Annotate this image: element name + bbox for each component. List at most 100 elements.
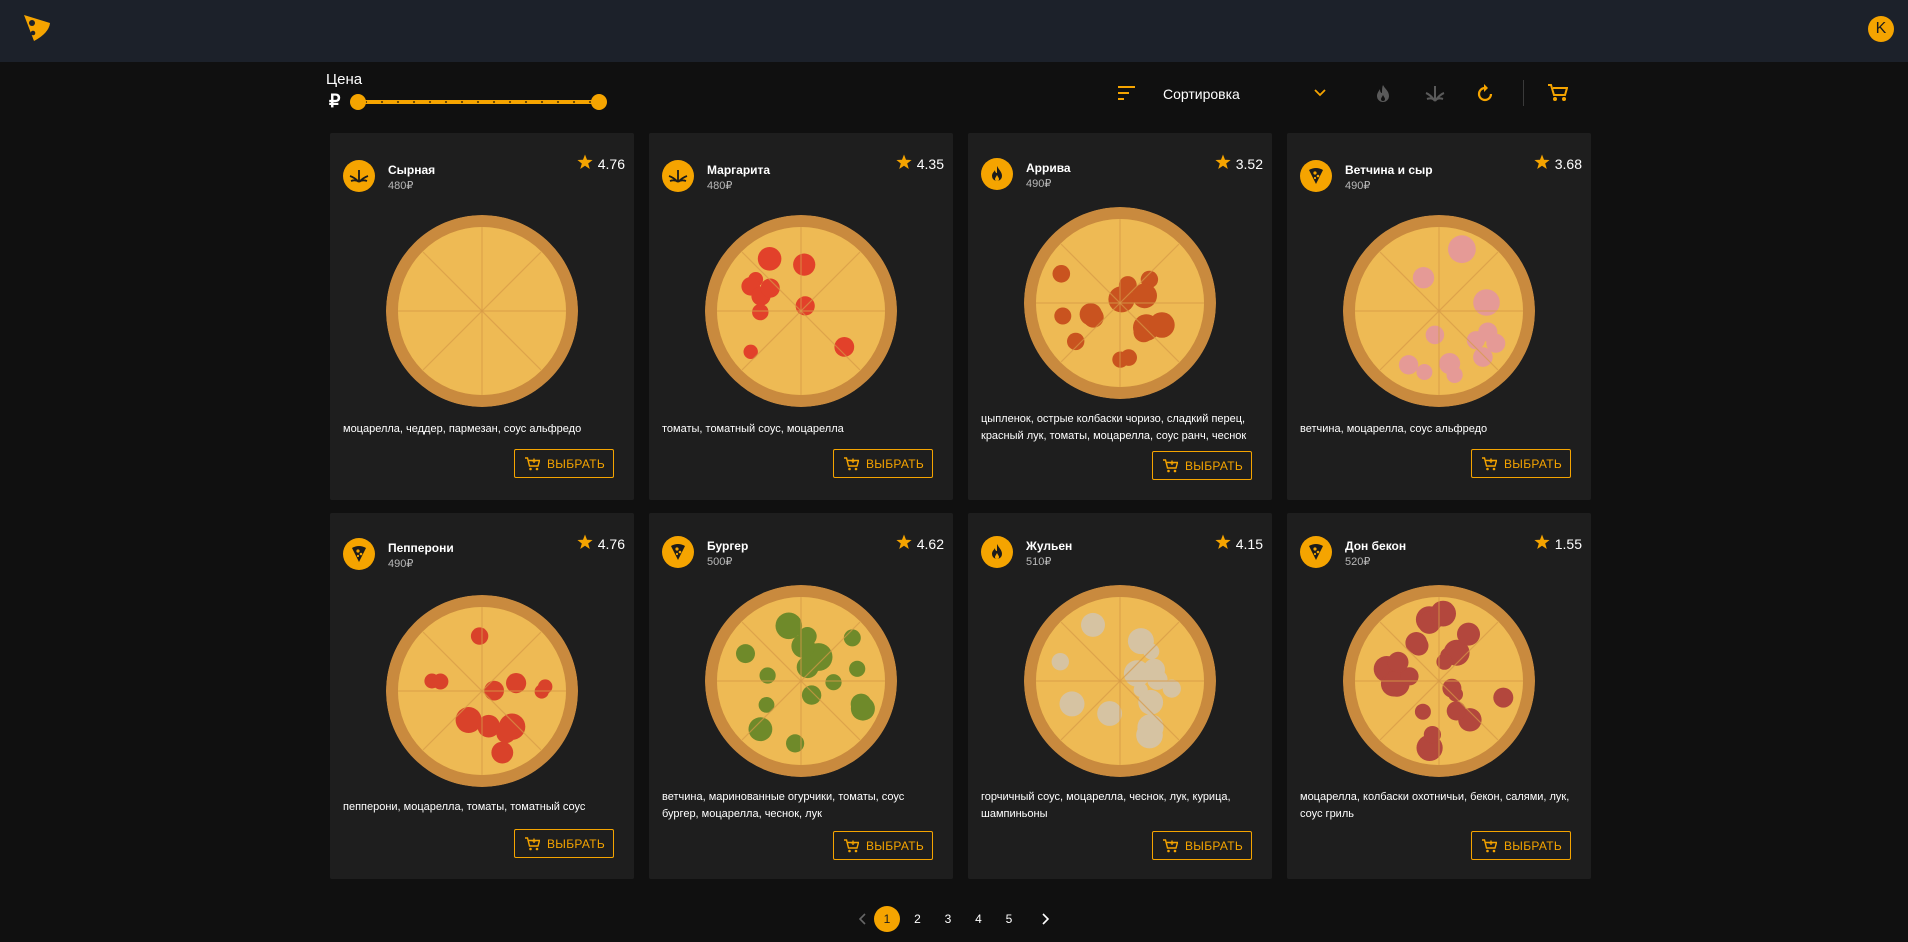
add-to-cart-icon (1482, 839, 1497, 853)
pizza-image[interactable] (1343, 585, 1535, 777)
page-button-3[interactable]: 3 (935, 906, 961, 932)
choose-button-label: ВЫБРАТЬ (547, 837, 606, 851)
product-name: Жульен (1026, 539, 1073, 553)
star-icon (1215, 534, 1231, 549)
choose-button[interactable]: ВЫБРАТЬ (1152, 451, 1252, 480)
product-name: Бургер (707, 539, 749, 553)
leaf-icon (668, 170, 688, 183)
product-description: моцарелла, чеддер, пармезан, соус альфре… (343, 423, 582, 435)
choose-button[interactable]: ВЫБРАТЬ (833, 449, 933, 478)
product-price: 520₽ (1345, 556, 1371, 568)
product-card[interactable]: Сырная 480₽ 4.76 моцарелла, чеддер, пармеза… (330, 133, 634, 500)
price-filter-label: Цена (326, 71, 363, 88)
product-price: 490₽ (1026, 178, 1052, 190)
product-card[interactable]: Жульен 510₽ 4.15 горчичный соус, моцарелла,… (968, 513, 1272, 879)
page-button-4[interactable]: 4 (966, 906, 992, 932)
choose-button[interactable]: ВЫБРАТЬ (833, 831, 933, 860)
category-badge (343, 160, 375, 192)
user-avatar[interactable]: K (1868, 16, 1894, 42)
choose-button[interactable]: ВЫБРАТЬ (514, 449, 614, 478)
product-card[interactable]: Бургер 500₽ 4.62 ветчина, маринованные огур… (649, 513, 953, 879)
pizza-image[interactable] (705, 215, 897, 407)
pizza-image[interactable] (1024, 207, 1216, 399)
product-name: Аррива (1026, 161, 1071, 175)
add-to-cart-icon (844, 457, 859, 471)
product-price: 490₽ (1345, 180, 1371, 192)
page-button-2[interactable]: 2 (905, 906, 931, 932)
product-rating: 4.62 (916, 536, 944, 552)
leaf-icon[interactable] (1424, 83, 1446, 105)
price-slider-max-thumb[interactable] (591, 94, 607, 110)
product-price: 500₽ (707, 556, 733, 568)
product-description: горчичный соус, моцарелла, чеснок, лук, … (981, 791, 1231, 820)
page-button-5[interactable]: 5 (996, 906, 1022, 932)
product-card[interactable]: Аррива 490₽ 3.52 цыпленок, острые колбаски … (968, 133, 1272, 500)
add-to-cart-icon (844, 839, 859, 853)
add-to-cart-icon (525, 457, 540, 471)
product-price: 490₽ (388, 558, 414, 570)
choose-button[interactable]: ВЫБРАТЬ (1471, 449, 1571, 478)
chevron-right-icon[interactable] (1040, 913, 1050, 925)
toolbar-divider (1523, 80, 1524, 106)
product-card[interactable]: Ветчина и сыр 490₽ 3.68 ветчина, моцарелла,… (1287, 133, 1591, 500)
category-badge (1300, 160, 1332, 192)
chevron-left-icon[interactable] (858, 913, 868, 925)
choose-button-label: ВЫБРАТЬ (866, 457, 925, 471)
price-slider-ticks (358, 101, 599, 103)
star-icon (1534, 534, 1550, 549)
choose-button-label: ВЫБРАТЬ (1185, 459, 1244, 473)
product-rating: 4.76 (597, 156, 625, 172)
choose-button[interactable]: ВЫБРАТЬ (514, 829, 614, 858)
product-description: томаты, томатный соус, моцарелла (662, 423, 844, 435)
category-badge (662, 536, 694, 568)
category-badge (981, 158, 1013, 190)
category-badge (981, 536, 1013, 568)
refresh-icon[interactable] (1474, 83, 1496, 105)
pizza-slice-icon (1309, 544, 1323, 560)
page-button-1[interactable]: 1 (874, 906, 900, 932)
cart-icon[interactable] (1548, 84, 1568, 102)
pizza-slice-icon (352, 546, 366, 562)
top-bar: K (0, 0, 1908, 62)
choose-button-label: ВЫБРАТЬ (547, 457, 606, 471)
pizza-image[interactable] (386, 215, 578, 407)
product-name: Сырная (388, 163, 436, 177)
chevron-down-icon[interactable] (1314, 89, 1326, 97)
category-badge (662, 160, 694, 192)
price-slider-min-thumb[interactable] (350, 94, 366, 110)
product-card[interactable]: Пепперони 490₽ 4.76 пепперони, моцарелла, т… (330, 513, 634, 879)
add-to-cart-icon (1163, 839, 1178, 853)
product-description: ветчина, моцарелла, соус альфредо (1300, 423, 1488, 435)
product-card[interactable]: Маргарита 480₽ 4.35 томаты, томатный соус, … (649, 133, 953, 500)
product-card[interactable]: Дон бекон 520₽ 1.55 моцарелла, колбаски охо… (1287, 513, 1591, 879)
product-rating: 1.55 (1554, 536, 1582, 552)
category-badge (343, 538, 375, 570)
star-icon (1534, 154, 1550, 169)
product-name: Ветчина и сыр (1345, 163, 1433, 177)
pizza-logo-icon[interactable] (22, 13, 52, 43)
product-description: моцарелла, колбаски охотничьи, бекон, са… (1300, 791, 1570, 820)
product-price: 480₽ (388, 180, 414, 192)
choose-button-label: ВЫБРАТЬ (1185, 839, 1244, 853)
star-icon (577, 534, 593, 549)
product-rating: 4.15 (1235, 536, 1263, 552)
choose-button[interactable]: ВЫБРАТЬ (1152, 831, 1252, 860)
fire-icon[interactable] (1372, 83, 1394, 105)
product-price: 480₽ (707, 180, 733, 192)
sort-icon[interactable] (1118, 86, 1135, 100)
fire-icon (992, 544, 1002, 559)
leaf-icon (349, 170, 369, 183)
pizza-image[interactable] (386, 595, 578, 787)
pizza-image[interactable] (1343, 215, 1535, 407)
add-to-cart-icon (1163, 459, 1178, 473)
star-icon (896, 534, 912, 549)
product-name: Дон бекон (1345, 539, 1407, 553)
pizza-image[interactable] (1024, 585, 1216, 777)
sort-dropdown[interactable]: Сортировка (1163, 86, 1240, 102)
pizza-image[interactable] (705, 585, 897, 777)
fire-icon (992, 166, 1002, 181)
star-icon (577, 154, 593, 169)
choose-button[interactable]: ВЫБРАТЬ (1471, 831, 1571, 860)
product-rating: 3.52 (1235, 156, 1263, 172)
product-price: 510₽ (1026, 556, 1052, 568)
